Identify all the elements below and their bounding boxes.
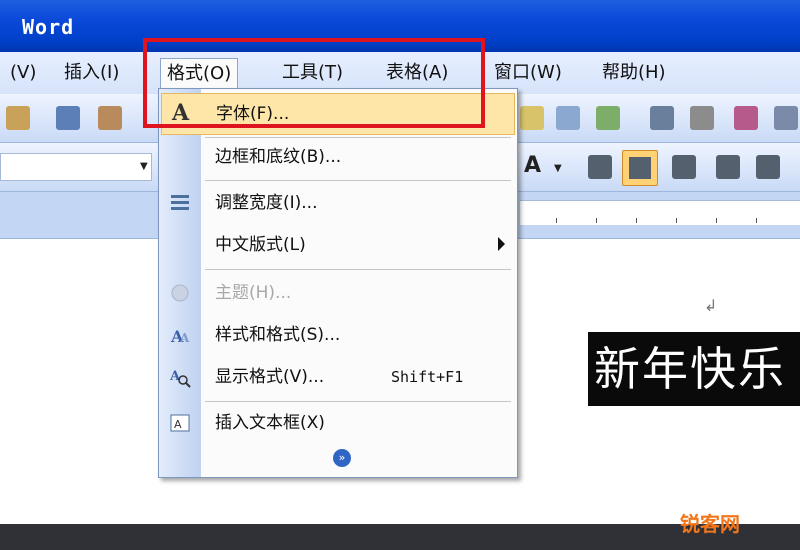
menu-item-insert-textbox[interactable]: A 插入文本框(X) [159, 403, 517, 443]
style-select[interactable] [0, 153, 152, 181]
format-menu-dropdown: A 字体(F)... 边框和底纹(B)... 调整宽度(I)... 中文版式(L… [158, 88, 518, 478]
line-spacing-icon[interactable] [756, 155, 780, 179]
selected-document-text[interactable]: 新年快乐 [588, 332, 800, 406]
menu-separator [205, 269, 511, 270]
menu-item-asian-layout[interactable]: 中文版式(L) [159, 225, 517, 265]
ruler-tick [756, 218, 757, 223]
theme-icon [171, 284, 189, 302]
menu-item-shortcut: Shift+F1 [391, 368, 464, 386]
ruler-tick [676, 218, 677, 223]
menu-item-label: 主题(H)... [215, 283, 292, 303]
submenu-arrow-icon [498, 237, 505, 251]
menu-item-theme: 主题(H)... [159, 273, 517, 313]
menu-item-borders-shading[interactable]: 边框和底纹(B)... [159, 137, 517, 177]
style-dropdown-arrow-icon[interactable]: ▼ [140, 161, 148, 172]
align-center-button[interactable] [622, 150, 658, 186]
menu-help[interactable]: 帮助(H) [596, 60, 672, 86]
expand-menu-icon[interactable]: » [333, 449, 351, 467]
ruler-tick [716, 218, 717, 223]
document-map-icon[interactable] [690, 106, 714, 130]
svg-text:A: A [174, 418, 182, 431]
ruler-tick [596, 218, 597, 223]
menu-view[interactable]: (V) [4, 60, 42, 86]
columns-icon[interactable] [596, 106, 620, 130]
menu-separator [205, 401, 511, 402]
spelling-icon[interactable] [56, 106, 80, 130]
ruler-scale [520, 200, 800, 225]
watermark-logo: 锐客网 [680, 512, 740, 536]
character-scale-icon[interactable]: A [524, 153, 541, 178]
ruler-tick [556, 218, 557, 223]
zoom-icon[interactable] [774, 106, 798, 130]
ruler-tick [636, 218, 637, 223]
insert-excel-icon[interactable] [556, 106, 580, 130]
align-left-icon[interactable] [588, 155, 612, 179]
menu-separator [205, 180, 511, 181]
menu-item-styles-formatting[interactable]: A A 样式和格式(S)... [159, 315, 517, 355]
menu-item-label: 样式和格式(S)... [215, 325, 341, 345]
character-scale-dropdown-icon[interactable]: ▼ [554, 163, 562, 174]
menu-insert[interactable]: 插入(I) [58, 60, 125, 86]
align-center-icon [629, 157, 651, 179]
research-icon[interactable] [98, 106, 122, 130]
show-hide-icon[interactable] [734, 106, 758, 130]
fit-width-icon [171, 195, 189, 210]
drawing-icon[interactable] [650, 106, 674, 130]
highlight-annotation-box [143, 38, 485, 128]
paragraph-mark: ↲ [704, 296, 718, 315]
justify-icon[interactable] [716, 155, 740, 179]
align-right-icon[interactable] [672, 155, 696, 179]
print-preview-icon[interactable] [6, 106, 30, 130]
menu-item-reveal-formatting[interactable]: A 显示格式(V)... Shift+F1 [159, 357, 517, 397]
menu-item-label: 显示格式(V)... [215, 367, 325, 387]
reveal-format-icon: A [169, 369, 191, 388]
styles-icon: A A [170, 327, 190, 346]
textbox-icon: A [170, 414, 190, 432]
menu-item-label: 插入文本框(X) [215, 413, 325, 433]
window-title: Word [22, 15, 75, 39]
menu-item-label: 调整宽度(I)... [215, 193, 318, 213]
insert-table-icon[interactable] [520, 106, 544, 130]
menu-window[interactable]: 窗口(W) [488, 60, 568, 86]
menu-item-label: 中文版式(L) [215, 235, 306, 255]
menu-item-label: 边框和底纹(B)... [215, 147, 342, 167]
svg-text:A: A [179, 331, 190, 345]
menu-item-fit-width[interactable]: 调整宽度(I)... [159, 183, 517, 223]
